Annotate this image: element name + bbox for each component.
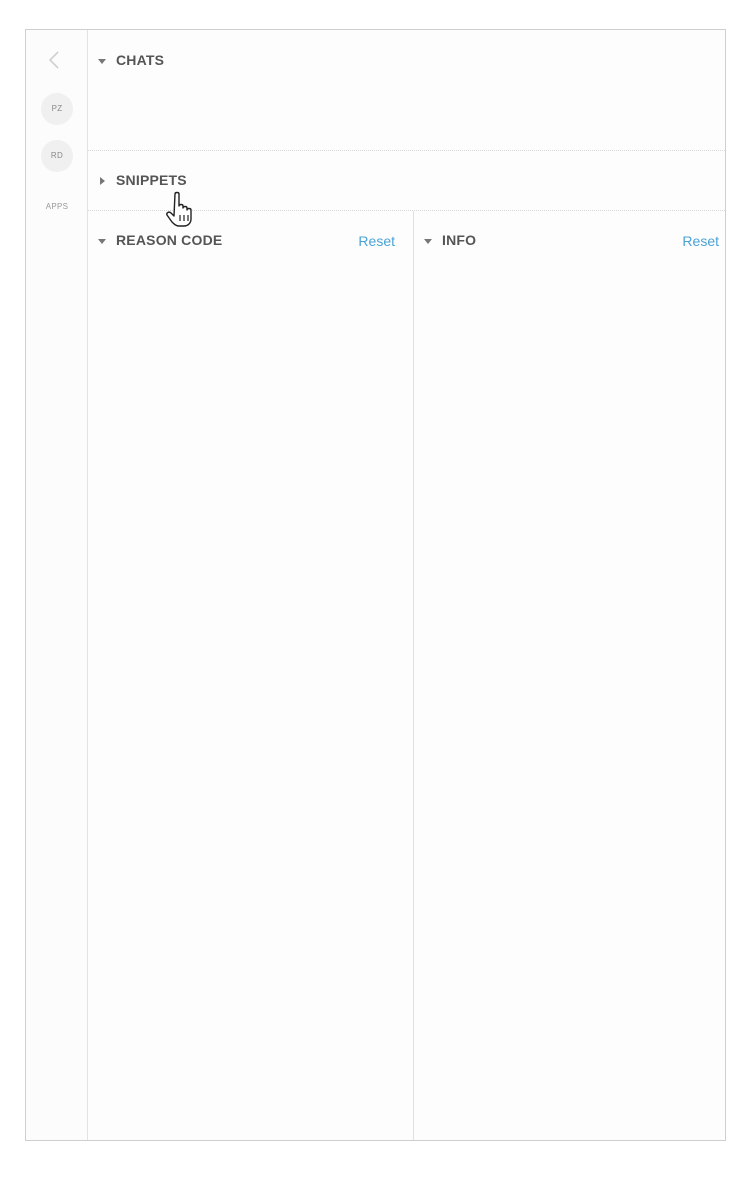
panel-row: REASON CODE Reset INFO Reset (88, 211, 725, 1140)
apps-button[interactable]: APPS (34, 202, 80, 211)
section-snippets-label: SNIPPETS (116, 172, 187, 188)
caret-down-icon (98, 52, 112, 68)
chevron-left-icon[interactable] (46, 50, 64, 70)
left-rail: PZ RD APPS (26, 30, 88, 1140)
caret-down-icon (98, 232, 112, 248)
caret-down-icon (424, 232, 438, 248)
hand-pointer-cursor-icon (166, 191, 192, 227)
avatar-pz[interactable]: PZ (41, 93, 73, 125)
reason-code-panel: REASON CODE Reset (88, 211, 414, 1140)
info-panel: INFO Reset (414, 211, 725, 1140)
info-label: INFO (442, 232, 477, 248)
info-reset-link[interactable]: Reset (682, 233, 719, 249)
app-frame: PZ RD APPS CHATS SNIPPETS REASON CODE Re… (25, 29, 726, 1141)
section-chats-header[interactable]: CHATS (98, 52, 164, 68)
caret-right-icon (98, 172, 112, 188)
section-chats-label: CHATS (116, 52, 165, 68)
info-header[interactable]: INFO (424, 232, 476, 248)
reason-code-label: REASON CODE (116, 232, 223, 248)
reason-code-reset-link[interactable]: Reset (358, 233, 395, 249)
avatar-rd[interactable]: RD (41, 140, 73, 172)
section-snippets-header[interactable]: SNIPPETS (98, 172, 187, 188)
reason-code-header[interactable]: REASON CODE (98, 232, 222, 248)
divider (88, 150, 725, 151)
